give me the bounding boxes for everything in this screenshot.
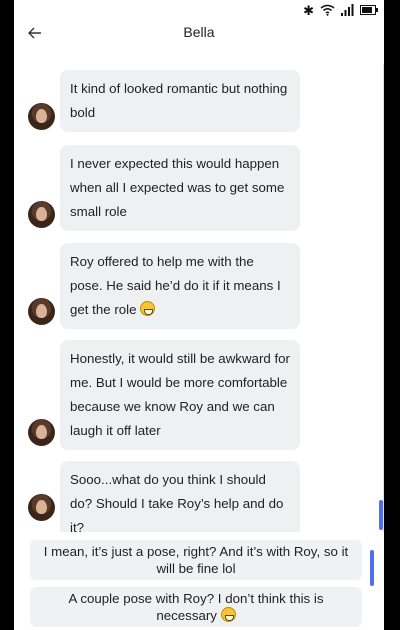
- grimacing-emoji-icon: [220, 607, 236, 622]
- chat-title: Bella: [183, 24, 215, 40]
- message-text: Roy offered to help me with the pose. He…: [70, 254, 281, 317]
- messages-scrollbar[interactable]: [379, 500, 383, 530]
- reply-choice-button[interactable]: A couple pose with Roy? I don’t think th…: [30, 587, 362, 627]
- wifi-icon: [320, 4, 335, 16]
- reply-choice-text: A couple pose with Roy? I don’t think th…: [68, 591, 324, 623]
- message-bubble: I never expected this would happen when …: [60, 145, 300, 231]
- reply-choice-button[interactable]: I mean, it’s just a pose, right? And it’…: [30, 540, 362, 580]
- status-bar: ✱: [14, 0, 384, 20]
- choices-scrollbar[interactable]: [370, 550, 374, 586]
- bluetooth-icon: ✱: [303, 2, 314, 18]
- message-text: It kind of looked romantic but nothing b…: [70, 81, 288, 120]
- signal-icon: [341, 4, 354, 16]
- avatar: [28, 419, 55, 446]
- message-text: Honestly, it would still be awkward for …: [70, 351, 290, 438]
- message-text: I never expected this would happen when …: [70, 156, 285, 219]
- message-text: Sooo...what do you think I should do? Sh…: [70, 472, 284, 535]
- chat-header: Bella: [14, 20, 384, 52]
- avatar: [28, 298, 55, 325]
- phone-screen: ✱ Bella It kind of looked romantic but n…: [14, 0, 384, 630]
- message-bubble: It kind of looked romantic but nothing b…: [60, 70, 300, 132]
- message-bubble: Roy offered to help me with the pose. He…: [60, 243, 300, 329]
- reply-choice-text: I mean, it’s just a pose, right? And it’…: [43, 544, 349, 576]
- avatar: [28, 494, 55, 521]
- reply-choices: I mean, it’s just a pose, right? And it’…: [14, 532, 384, 630]
- avatar: [28, 103, 55, 130]
- grinning-emoji-icon: [140, 301, 156, 316]
- avatar: [28, 201, 55, 228]
- message-bubble: Honestly, it would still be awkward for …: [60, 340, 300, 450]
- battery-icon: [360, 5, 378, 15]
